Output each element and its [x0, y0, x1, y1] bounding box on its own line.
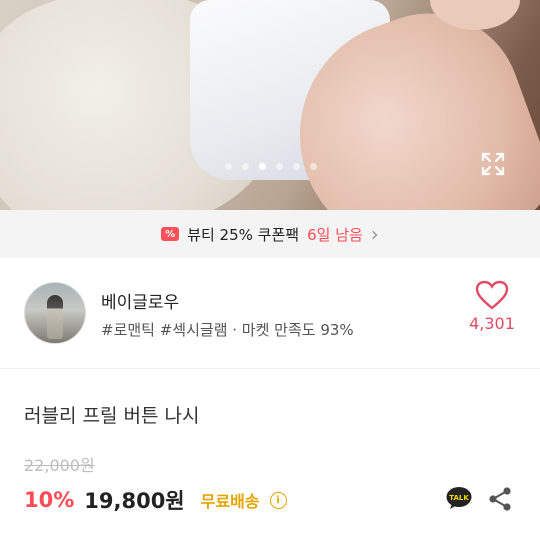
pagination-dot[interactable] [310, 163, 317, 170]
coupon-days-left: 6일 남음 [307, 225, 363, 244]
pagination-dot[interactable] [276, 163, 283, 170]
product-title: 러블리 프릴 버튼 나시 [24, 405, 200, 427]
seller-section[interactable]: 베이글로우 #로맨틱 #섹시글램 · 마켓 만족도 93% 4,301 [0, 258, 540, 369]
share-icon[interactable] [488, 486, 512, 512]
coupon-banner[interactable]: % 뷰티 25% 쿠폰팩 6일 남음 › [0, 210, 540, 258]
price-row: 10% 19,800원 무료배송 i [24, 485, 287, 515]
like-button[interactable]: 4,301 [462, 280, 522, 333]
kakaotalk-icon[interactable]: TALK [446, 486, 472, 510]
original-price: 22,000원 [24, 456, 95, 475]
shipping-badge: 무료배송 [200, 492, 260, 511]
coupon-icon: % [161, 227, 180, 241]
avatar[interactable] [24, 282, 86, 344]
pagination-dot[interactable] [242, 163, 249, 170]
image-pagination [225, 163, 317, 170]
seller-name[interactable]: 베이글로우 [101, 288, 179, 313]
product-image[interactable] [0, 0, 540, 210]
like-count: 4,301 [469, 314, 515, 333]
seller-tags: #로맨틱 #섹시글램 · 마켓 만족도 93% [101, 321, 354, 339]
discount-rate: 10% [24, 488, 75, 512]
pagination-dot[interactable] [259, 163, 266, 170]
pagination-dot[interactable] [293, 163, 300, 170]
pagination-dot[interactable] [225, 163, 232, 170]
info-icon[interactable]: i [269, 491, 287, 509]
chevron-right-icon: › [370, 222, 379, 246]
heart-icon [475, 280, 509, 310]
sale-price: 19,800원 [84, 489, 185, 513]
coupon-text: 뷰티 25% 쿠폰팩 [187, 225, 300, 244]
expand-icon[interactable] [480, 151, 506, 177]
avatar-figure [47, 295, 63, 339]
svg-text:TALK: TALK [449, 494, 469, 502]
